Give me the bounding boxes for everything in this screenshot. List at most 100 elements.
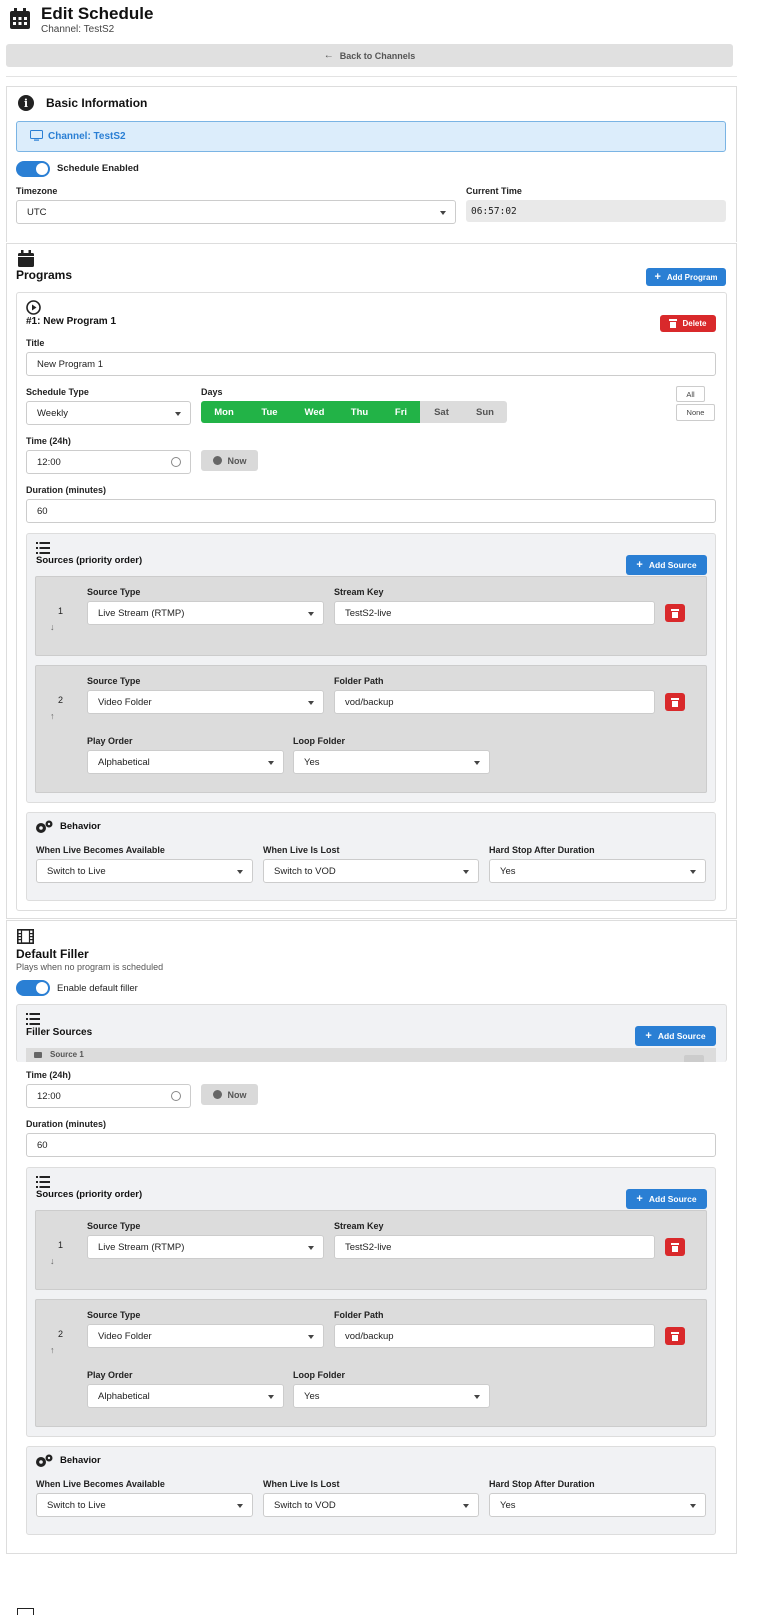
folder-path-input[interactable]: vod/backup bbox=[334, 690, 655, 714]
loop-folder-label: Loop Folder bbox=[293, 736, 345, 746]
back-button[interactable]: ← Back to Channels bbox=[6, 44, 733, 67]
channel-banner: Channel: TestS2 bbox=[16, 121, 726, 152]
behavior-panel bbox=[26, 1446, 716, 1535]
day-fri[interactable]: Fri bbox=[382, 401, 420, 423]
live-available-select[interactable]: Switch to Live bbox=[36, 1493, 253, 1517]
play-order-label: Play Order bbox=[87, 736, 133, 746]
source-type-select[interactable]: Live Stream (RTMP) bbox=[87, 1235, 324, 1259]
live-available-select[interactable]: Switch to Live bbox=[36, 859, 253, 883]
timezone-select[interactable]: UTC bbox=[16, 200, 456, 224]
source-type-select[interactable]: Video Folder bbox=[87, 1324, 324, 1348]
plus-icon: + bbox=[636, 559, 643, 571]
source-priority-number: 2 bbox=[58, 695, 64, 705]
live-lost-select[interactable]: Switch to VOD bbox=[263, 1493, 479, 1517]
add-source-button[interactable]: + Add Source bbox=[626, 555, 707, 575]
arrow-down-icon[interactable]: ↓ bbox=[50, 1256, 55, 1266]
folder-path-input[interactable]: vod/backup bbox=[334, 1324, 655, 1348]
now-button[interactable]: Now bbox=[201, 450, 258, 471]
gears-icon bbox=[35, 1454, 53, 1468]
list-icon bbox=[26, 1013, 40, 1025]
arrow-left-icon: ← bbox=[323, 50, 334, 61]
delete-source-button[interactable] bbox=[665, 693, 685, 711]
add-source-button[interactable]: + Add Source bbox=[626, 1189, 707, 1209]
behavior-title: Behavior bbox=[60, 1455, 101, 1466]
arrow-down-icon[interactable]: ↓ bbox=[50, 622, 55, 632]
list-icon bbox=[36, 1176, 50, 1188]
calendar-icon bbox=[18, 250, 34, 267]
duration-input[interactable]: 60 bbox=[26, 1133, 716, 1157]
stream-key-label: Stream Key bbox=[334, 587, 384, 597]
filler-enabled-toggle[interactable] bbox=[16, 980, 50, 996]
trash-icon bbox=[669, 319, 678, 328]
basic-info-title: Basic Information bbox=[46, 96, 148, 110]
stream-key-input[interactable]: TestS2-live bbox=[334, 601, 655, 625]
all-days-button[interactable]: All bbox=[676, 386, 705, 402]
trash-icon bbox=[671, 608, 679, 618]
calendar-icon bbox=[8, 7, 32, 31]
play-order-select[interactable]: Alphabetical bbox=[87, 750, 284, 774]
loop-folder-select[interactable]: Yes bbox=[293, 750, 490, 774]
section-icon-partial bbox=[17, 1608, 34, 1615]
add-program-button[interactable]: + Add Program bbox=[646, 268, 726, 286]
program-title-input[interactable]: New Program 1 bbox=[26, 352, 716, 376]
day-mon[interactable]: Mon bbox=[201, 401, 247, 423]
trash-icon[interactable] bbox=[684, 1055, 704, 1062]
schedule-type-select[interactable]: Weekly bbox=[26, 401, 191, 425]
day-thu[interactable]: Thu bbox=[337, 401, 382, 423]
live-lost-select[interactable]: Switch to VOD bbox=[263, 859, 479, 883]
hard-stop-select[interactable]: Yes bbox=[489, 1493, 706, 1517]
play-order-select[interactable]: Alphabetical bbox=[87, 1384, 284, 1408]
now-button[interactable]: Now bbox=[201, 1084, 258, 1105]
behavior-title: Behavior bbox=[60, 821, 101, 832]
source-priority-number: 1 bbox=[58, 606, 64, 616]
day-tue[interactable]: Tue bbox=[247, 401, 292, 423]
arrow-up-icon[interactable]: ↑ bbox=[50, 1345, 55, 1355]
video-camera-icon bbox=[34, 1052, 42, 1058]
day-sun[interactable]: Sun bbox=[463, 401, 507, 423]
loop-folder-select[interactable]: Yes bbox=[293, 1384, 490, 1408]
timezone-label: Timezone bbox=[16, 186, 58, 196]
no-days-button[interactable]: None bbox=[676, 404, 715, 421]
program-heading: #1: New Program 1 bbox=[26, 316, 117, 327]
live-available-label: When Live Becomes Available bbox=[36, 1479, 165, 1489]
day-wed[interactable]: Wed bbox=[292, 401, 337, 423]
clock-icon bbox=[212, 1090, 222, 1099]
play-order-label: Play Order bbox=[87, 1370, 133, 1380]
title-label: Title bbox=[26, 338, 45, 348]
page-subtitle: Channel: TestS2 bbox=[41, 24, 115, 35]
hard-stop-label: Hard Stop After Duration bbox=[489, 1479, 595, 1489]
source-type-label: Source Type bbox=[87, 1310, 141, 1320]
trash-icon bbox=[671, 1331, 679, 1341]
source-type-select[interactable]: Video Folder bbox=[87, 690, 324, 714]
divider bbox=[6, 76, 737, 77]
stream-key-input[interactable]: TestS2-live bbox=[334, 1235, 655, 1259]
clock-icon[interactable] bbox=[171, 457, 181, 467]
sources-title: Sources (priority order) bbox=[36, 1189, 143, 1200]
delete-source-button[interactable] bbox=[665, 1327, 685, 1345]
sources-title: Sources (priority order) bbox=[36, 555, 143, 566]
delete-source-button[interactable] bbox=[665, 604, 685, 622]
behavior-panel bbox=[26, 812, 716, 901]
days-label: Days bbox=[201, 387, 223, 397]
add-filler-source-button[interactable]: + Add Source bbox=[635, 1026, 716, 1046]
trash-icon bbox=[671, 1242, 679, 1252]
arrow-up-icon[interactable]: ↑ bbox=[50, 711, 55, 721]
film-icon bbox=[17, 929, 34, 944]
time-input[interactable]: 12:00 bbox=[26, 1084, 191, 1108]
day-sat[interactable]: Sat bbox=[420, 401, 463, 423]
time-input[interactable]: 12:00 bbox=[26, 450, 191, 474]
monitor-icon bbox=[30, 129, 43, 144]
live-lost-label: When Live Is Lost bbox=[263, 845, 340, 855]
source-type-select[interactable]: Live Stream (RTMP) bbox=[87, 601, 324, 625]
filler-source-label: Source 1 bbox=[50, 1050, 84, 1059]
plus-icon: + bbox=[645, 1030, 652, 1042]
hard-stop-select[interactable]: Yes bbox=[489, 859, 706, 883]
time-label: Time (24h) bbox=[26, 436, 71, 446]
delete-program-button[interactable]: Delete bbox=[660, 315, 716, 332]
delete-source-button[interactable] bbox=[665, 1238, 685, 1256]
filler-sources-title: Filler Sources bbox=[26, 1027, 93, 1038]
info-icon: i bbox=[18, 95, 34, 111]
clock-icon[interactable] bbox=[171, 1091, 181, 1101]
duration-input[interactable]: 60 bbox=[26, 499, 716, 523]
schedule-enabled-toggle[interactable] bbox=[16, 161, 50, 177]
